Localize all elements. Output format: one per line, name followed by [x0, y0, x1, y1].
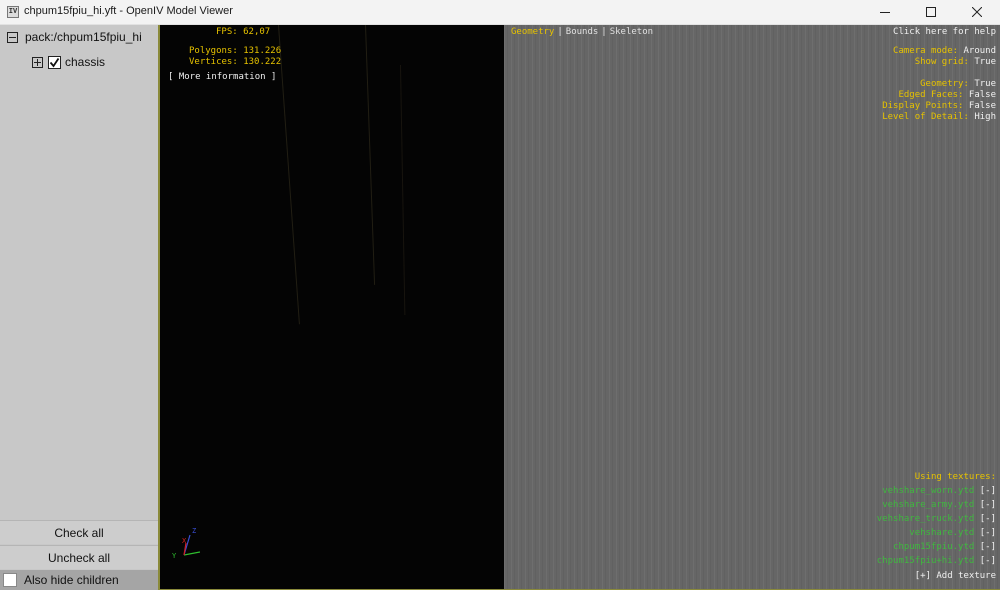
setting-show-grid[interactable]: Show grid: True: [915, 57, 996, 68]
texture-item: vehshare_worn.ytd [-]: [882, 486, 996, 497]
setting-label: Edged Faces:: [898, 90, 964, 100]
fps-readout: FPS: 62,07: [216, 27, 270, 38]
texture-item: vehshare_truck.ytd [-]: [877, 514, 996, 525]
vertices-label: Vertices:: [189, 57, 238, 67]
setting-value: Around: [963, 46, 996, 56]
axis-label-z: Z: [192, 527, 196, 535]
tree-item-chassis[interactable]: chassis: [32, 52, 105, 72]
polygons-value: 131.226: [243, 46, 282, 56]
maximize-button[interactable]: [908, 0, 954, 24]
collapse-icon[interactable]: [7, 31, 18, 43]
setting-label: Show grid:: [914, 57, 969, 67]
texture-remove-button[interactable]: [-]: [980, 486, 996, 496]
setting-label: Level of Detail:: [882, 112, 969, 122]
view-mode-tabs: Geometry | Bounds | Skeleton: [511, 27, 653, 38]
tree-item-root[interactable]: pack:/chpum15fpiu_hi: [7, 27, 142, 47]
setting-level-of-detail[interactable]: Level of Detail: High: [882, 112, 996, 123]
setting-camera-mode[interactable]: Camera mode: Around: [893, 46, 996, 57]
model-viewport[interactable]: FPS: 62,07 Polygons: 131.226 Vertices: 1…: [158, 25, 1000, 590]
axis-gizmo: Y Z X: [170, 525, 200, 565]
model-tree: pack:/chpum15fpiu_hi chassis: [0, 25, 158, 519]
tree-chassis-label: chassis: [65, 55, 106, 69]
tab-bounds[interactable]: Bounds: [566, 27, 599, 37]
minimize-icon: [880, 12, 890, 13]
texture-name[interactable]: vehshare_truck.ytd: [877, 514, 975, 524]
tab-geometry[interactable]: Geometry: [511, 27, 554, 37]
setting-value: False: [968, 101, 996, 111]
texture-item: chpum15fpiu.ytd [-]: [893, 542, 996, 553]
fps-value: 62,07: [243, 27, 271, 37]
texture-name[interactable]: vehshare_worn.ytd: [882, 486, 974, 496]
title-bar: IV chpum15fpiu_hi.yft - OpenIV Model Vie…: [0, 0, 1000, 25]
texture-name[interactable]: vehshare.ytd: [909, 528, 974, 538]
setting-display-points[interactable]: Display Points: False: [882, 101, 996, 112]
add-texture-button[interactable]: [+] Add texture: [915, 571, 996, 582]
setting-value: High: [974, 112, 996, 122]
tab-separator: |: [557, 27, 563, 37]
tree-root-label: pack:/chpum15fpiu_hi: [25, 30, 142, 44]
texture-item: chpum15fpiu+hi.ytd [-]: [877, 556, 996, 567]
help-link[interactable]: Click here for help: [893, 27, 996, 38]
checkmark-icon: [49, 57, 60, 67]
window-title: chpum15fpiu_hi.yft - OpenIV Model Viewer: [24, 5, 233, 17]
texture-remove-button[interactable]: [-]: [980, 528, 996, 538]
texture-item: vehshare_army.ytd [-]: [882, 500, 996, 511]
vertices-value: 130.222: [243, 57, 282, 67]
chassis-checkbox[interactable]: [48, 55, 61, 69]
polygons-label: Polygons:: [189, 46, 238, 56]
tab-skeleton[interactable]: Skeleton: [610, 27, 653, 37]
hide-children-row: Also hide children: [0, 570, 158, 590]
polygons-readout: Polygons: 131.226: [189, 46, 281, 57]
texture-name[interactable]: vehshare_army.ytd: [882, 500, 974, 510]
setting-edged-faces[interactable]: Edged Faces: False: [898, 90, 996, 101]
uncheck-all-button[interactable]: Uncheck all: [0, 545, 158, 569]
texture-remove-button[interactable]: [-]: [980, 500, 996, 510]
vertices-readout: Vertices: 130.222: [189, 57, 281, 68]
texture-remove-button[interactable]: [-]: [980, 514, 996, 524]
hide-children-label: Also hide children: [24, 573, 119, 587]
close-button[interactable]: [954, 0, 1000, 24]
texture-name[interactable]: chpum15fpiu.ytd: [893, 542, 974, 552]
hide-children-checkbox[interactable]: [3, 573, 17, 587]
viewport-dark-region: [160, 25, 504, 589]
check-all-button[interactable]: Check all: [0, 520, 158, 544]
fps-label: FPS:: [216, 27, 238, 37]
texture-remove-button[interactable]: [-]: [980, 542, 996, 552]
axis-gizmo-icon: Y Z X: [172, 527, 200, 560]
setting-value: False: [968, 90, 996, 100]
texture-remove-button[interactable]: [-]: [980, 556, 996, 566]
texture-name[interactable]: chpum15fpiu+hi.ytd: [877, 556, 975, 566]
expand-icon[interactable]: [32, 56, 43, 68]
openiv-app-icon: IV: [7, 6, 19, 18]
setting-geometry[interactable]: Geometry: True: [920, 79, 996, 90]
textures-header: Using textures:: [914, 472, 996, 482]
setting-value: True: [974, 57, 996, 67]
more-information-link[interactable]: [ More information ]: [168, 72, 276, 83]
maximize-icon: [926, 7, 936, 17]
setting-label: Camera mode:: [893, 46, 959, 56]
setting-value: True: [974, 79, 996, 89]
texture-item: vehshare.ytd [-]: [909, 528, 996, 539]
minimize-button[interactable]: [862, 0, 908, 24]
model-tree-panel: pack:/chpum15fpiu_hi chassis Check all U…: [0, 25, 158, 590]
close-icon: [972, 7, 982, 17]
tab-separator: |: [601, 27, 607, 37]
setting-label: Geometry:: [920, 79, 969, 89]
setting-label: Display Points:: [882, 101, 964, 111]
axis-label-y: Y: [172, 552, 177, 560]
